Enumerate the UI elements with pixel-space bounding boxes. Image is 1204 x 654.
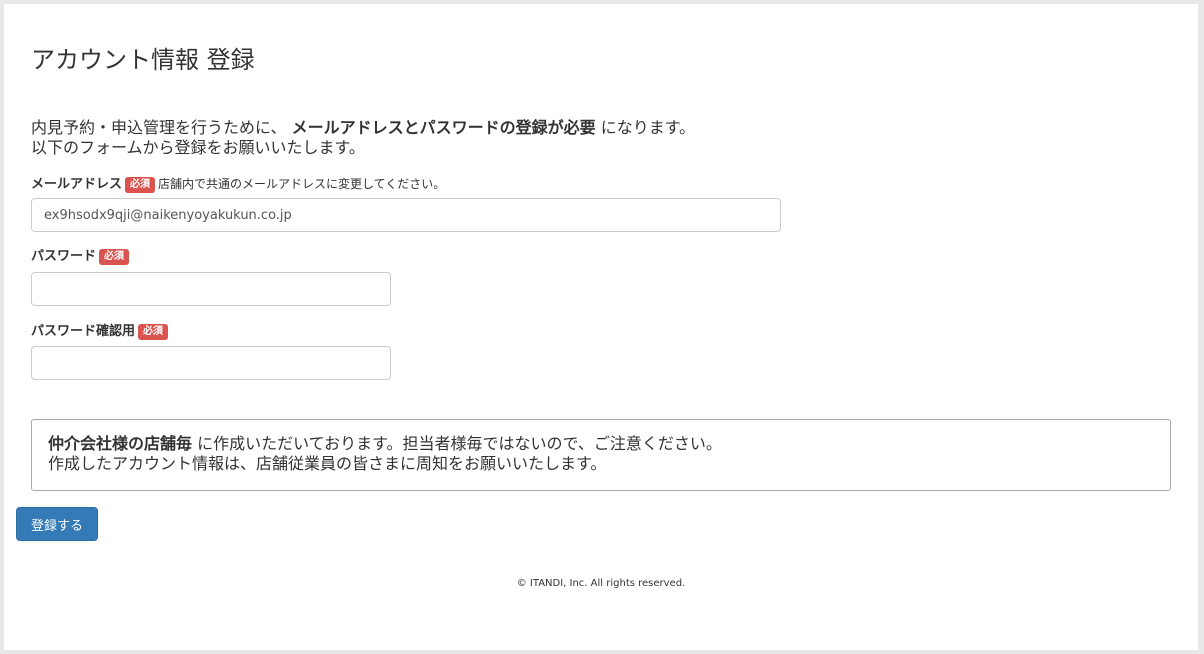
intro-line-1-after: になります。 xyxy=(600,118,696,137)
notice-line-1: 仲介会社様の店舗毎 に作成いただいております。担当者様毎ではないので、ご注意くだ… xyxy=(48,434,1154,454)
intro-line-1-bold: メールアドレスとパスワードの登録が必要 xyxy=(291,118,596,137)
email-input[interactable] xyxy=(31,198,781,232)
password-required-badge: 必須 xyxy=(99,249,130,265)
page-title: アカウント情報 登録 xyxy=(31,46,255,74)
email-label-row: メールアドレス 必須 店舗内で共通のメールアドレスに変更してください。 xyxy=(31,175,445,194)
password-input[interactable] xyxy=(31,272,391,306)
email-hint: 店舗内で共通のメールアドレスに変更してください。 xyxy=(158,177,446,191)
main-panel: アカウント情報 登録 内見予約・申込管理を行うために、 メールアドレスとパスワー… xyxy=(4,4,1198,650)
intro-line-1-before: 内見予約・申込管理を行うために、 xyxy=(31,118,287,137)
register-button[interactable]: 登録する xyxy=(16,507,98,541)
password-label: パスワード xyxy=(31,249,97,264)
notice-line-1-after: に作成いただいております。担当者様毎ではないので、ご注意ください。 xyxy=(197,434,722,453)
password-confirm-required-badge: 必須 xyxy=(138,324,169,340)
password-confirm-input[interactable] xyxy=(31,346,391,380)
notice-box: 仲介会社様の店舗毎 に作成いただいております。担当者様毎ではないので、ご注意くだ… xyxy=(31,419,1171,491)
email-label: メールアドレス xyxy=(31,177,123,192)
password-confirm-label-row: パスワード確認用 必須 xyxy=(31,323,169,341)
intro-line-1: 内見予約・申込管理を行うために、 メールアドレスとパスワードの登録が必要 になり… xyxy=(31,118,695,138)
notice-line-2: 作成したアカウント情報は、店舗従業員の皆さまに周知をお願いいたします。 xyxy=(48,454,607,473)
password-label-row: パスワード 必須 xyxy=(31,248,130,266)
intro-text: 内見予約・申込管理を行うために、 メールアドレスとパスワードの登録が必要 になり… xyxy=(31,118,695,158)
notice-line-1-bold: 仲介会社様の店舗毎 xyxy=(48,434,193,453)
footer-copyright: © ITANDI, Inc. All rights reserved. xyxy=(516,578,686,589)
email-required-badge: 必須 xyxy=(125,177,156,193)
password-confirm-label: パスワード確認用 xyxy=(31,324,136,339)
intro-line-2: 以下のフォームから登録をお願いいたします。 xyxy=(31,138,365,157)
